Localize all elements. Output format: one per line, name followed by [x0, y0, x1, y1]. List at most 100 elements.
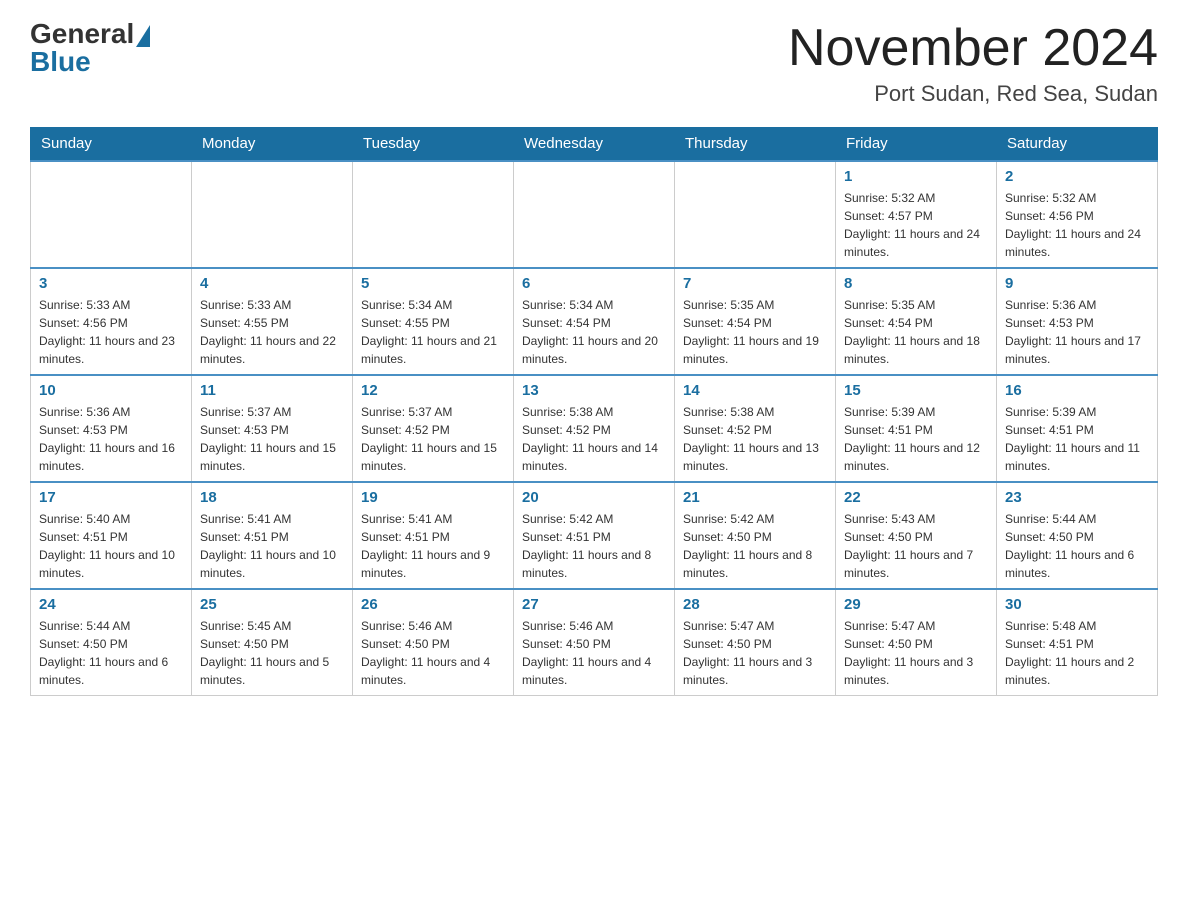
sun-info: Sunrise: 5:46 AMSunset: 4:50 PMDaylight:… [361, 617, 505, 689]
day-number: 27 [522, 596, 666, 613]
calendar-week-row: 24 Sunrise: 5:44 AMSunset: 4:50 PMDayligh… [31, 589, 1158, 696]
sun-info: Sunrise: 5:35 AMSunset: 4:54 PMDaylight:… [844, 296, 988, 368]
table-row: 19 Sunrise: 5:41 AMSunset: 4:51 PMDayligh… [353, 482, 514, 589]
sun-info: Sunrise: 5:33 AMSunset: 4:55 PMDaylight:… [200, 296, 344, 368]
sun-info: Sunrise: 5:46 AMSunset: 4:50 PMDaylight:… [522, 617, 666, 689]
calendar-week-row: 3 Sunrise: 5:33 AMSunset: 4:56 PMDaylight… [31, 268, 1158, 375]
sun-info: Sunrise: 5:32 AMSunset: 4:56 PMDaylight:… [1005, 189, 1149, 261]
col-monday: Monday [192, 127, 353, 161]
day-number: 20 [522, 489, 666, 506]
col-friday: Friday [836, 127, 997, 161]
table-row: 5 Sunrise: 5:34 AMSunset: 4:55 PMDaylight… [353, 268, 514, 375]
sun-info: Sunrise: 5:44 AMSunset: 4:50 PMDaylight:… [1005, 510, 1149, 582]
day-number: 10 [39, 382, 183, 399]
sun-info: Sunrise: 5:41 AMSunset: 4:51 PMDaylight:… [200, 510, 344, 582]
table-row: 30Sunrise: 5:48 AMSunset: 4:51 PMDayligh… [997, 589, 1158, 696]
calendar-week-row: 10 Sunrise: 5:36 AMSunset: 4:53 PMDayligh… [31, 375, 1158, 482]
sun-info: Sunrise: 5:33 AMSunset: 4:56 PMDaylight:… [39, 296, 183, 368]
sun-info: Sunrise: 5:36 AMSunset: 4:53 PMDaylight:… [1005, 296, 1149, 368]
sun-info: Sunrise: 5:34 AMSunset: 4:55 PMDaylight:… [361, 296, 505, 368]
table-row: 2Sunrise: 5:32 AMSunset: 4:56 PMDaylight… [997, 161, 1158, 268]
calendar-week-row: 1 Sunrise: 5:32 AMSunset: 4:57 PMDaylight… [31, 161, 1158, 268]
sun-info: Sunrise: 5:44 AMSunset: 4:50 PMDaylight:… [39, 617, 183, 689]
day-number: 28 [683, 596, 827, 613]
day-number: 16 [1005, 382, 1149, 399]
sun-info: Sunrise: 5:42 AMSunset: 4:51 PMDaylight:… [522, 510, 666, 582]
day-number: 4 [200, 275, 344, 292]
day-number: 7 [683, 275, 827, 292]
col-saturday: Saturday [997, 127, 1158, 161]
day-number: 6 [522, 275, 666, 292]
table-row [675, 161, 836, 268]
table-row [353, 161, 514, 268]
sun-info: Sunrise: 5:39 AMSunset: 4:51 PMDaylight:… [844, 403, 988, 475]
sun-info: Sunrise: 5:40 AMSunset: 4:51 PMDaylight:… [39, 510, 183, 582]
table-row: 29 Sunrise: 5:47 AMSunset: 4:50 PMDayligh… [836, 589, 997, 696]
day-number: 25 [200, 596, 344, 613]
month-title: November 2024 [788, 20, 1158, 77]
sun-info: Sunrise: 5:41 AMSunset: 4:51 PMDaylight:… [361, 510, 505, 582]
calendar-week-row: 17 Sunrise: 5:40 AMSunset: 4:51 PMDayligh… [31, 482, 1158, 589]
table-row: 18Sunrise: 5:41 AMSunset: 4:51 PMDayligh… [192, 482, 353, 589]
table-row: 21 Sunrise: 5:42 AMSunset: 4:50 PMDayligh… [675, 482, 836, 589]
sun-info: Sunrise: 5:38 AMSunset: 4:52 PMDaylight:… [522, 403, 666, 475]
logo-general-text: General [30, 20, 134, 48]
day-number: 9 [1005, 275, 1149, 292]
table-row: 3 Sunrise: 5:33 AMSunset: 4:56 PMDaylight… [31, 268, 192, 375]
day-number: 23 [1005, 489, 1149, 506]
sun-info: Sunrise: 5:37 AMSunset: 4:53 PMDaylight:… [200, 403, 344, 475]
table-row: 9 Sunrise: 5:36 AMSunset: 4:53 PMDaylight… [997, 268, 1158, 375]
table-row: 27 Sunrise: 5:46 AMSunset: 4:50 PMDayligh… [514, 589, 675, 696]
day-number: 11 [200, 382, 344, 399]
day-number: 29 [844, 596, 988, 613]
table-row: 16Sunrise: 5:39 AMSunset: 4:51 PMDayligh… [997, 375, 1158, 482]
col-thursday: Thursday [675, 127, 836, 161]
sun-info: Sunrise: 5:47 AMSunset: 4:50 PMDaylight:… [844, 617, 988, 689]
day-number: 21 [683, 489, 827, 506]
day-number: 3 [39, 275, 183, 292]
table-row: 24 Sunrise: 5:44 AMSunset: 4:50 PMDayligh… [31, 589, 192, 696]
table-row: 13 Sunrise: 5:38 AMSunset: 4:52 PMDayligh… [514, 375, 675, 482]
table-row: 7 Sunrise: 5:35 AMSunset: 4:54 PMDaylight… [675, 268, 836, 375]
day-number: 17 [39, 489, 183, 506]
sun-info: Sunrise: 5:32 AMSunset: 4:57 PMDaylight:… [844, 189, 988, 261]
calendar-header-row: Sunday Monday Tuesday Wednesday Thursday… [31, 127, 1158, 161]
sun-info: Sunrise: 5:43 AMSunset: 4:50 PMDaylight:… [844, 510, 988, 582]
table-row [514, 161, 675, 268]
sun-info: Sunrise: 5:45 AMSunset: 4:50 PMDaylight:… [200, 617, 344, 689]
table-row: 17 Sunrise: 5:40 AMSunset: 4:51 PMDayligh… [31, 482, 192, 589]
table-row: 11 Sunrise: 5:37 AMSunset: 4:53 PMDayligh… [192, 375, 353, 482]
day-number: 15 [844, 382, 988, 399]
day-number: 13 [522, 382, 666, 399]
table-row: 28 Sunrise: 5:47 AMSunset: 4:50 PMDayligh… [675, 589, 836, 696]
table-row: 26Sunrise: 5:46 AMSunset: 4:50 PMDayligh… [353, 589, 514, 696]
table-row: 10 Sunrise: 5:36 AMSunset: 4:53 PMDayligh… [31, 375, 192, 482]
col-wednesday: Wednesday [514, 127, 675, 161]
sun-info: Sunrise: 5:47 AMSunset: 4:50 PMDaylight:… [683, 617, 827, 689]
header: General Blue November 2024 Port Sudan, R… [30, 20, 1158, 107]
sun-info: Sunrise: 5:36 AMSunset: 4:53 PMDaylight:… [39, 403, 183, 475]
day-number: 19 [361, 489, 505, 506]
table-row: 25 Sunrise: 5:45 AMSunset: 4:50 PMDayligh… [192, 589, 353, 696]
logo: General Blue [30, 20, 152, 78]
day-number: 12 [361, 382, 505, 399]
table-row: 4 Sunrise: 5:33 AMSunset: 4:55 PMDaylight… [192, 268, 353, 375]
sun-info: Sunrise: 5:34 AMSunset: 4:54 PMDaylight:… [522, 296, 666, 368]
logo-blue-text: Blue [30, 46, 91, 77]
title-area: November 2024 Port Sudan, Red Sea, Sudan [788, 20, 1158, 107]
day-number: 1 [844, 168, 988, 185]
logo-triangle-icon [136, 25, 150, 47]
table-row: 15 Sunrise: 5:39 AMSunset: 4:51 PMDayligh… [836, 375, 997, 482]
table-row: 23 Sunrise: 5:44 AMSunset: 4:50 PMDayligh… [997, 482, 1158, 589]
table-row: 22 Sunrise: 5:43 AMSunset: 4:50 PMDayligh… [836, 482, 997, 589]
day-number: 5 [361, 275, 505, 292]
sun-info: Sunrise: 5:42 AMSunset: 4:50 PMDaylight:… [683, 510, 827, 582]
day-number: 22 [844, 489, 988, 506]
calendar-table: Sunday Monday Tuesday Wednesday Thursday… [30, 127, 1158, 696]
day-number: 30 [1005, 596, 1149, 613]
sun-info: Sunrise: 5:35 AMSunset: 4:54 PMDaylight:… [683, 296, 827, 368]
table-row: 6 Sunrise: 5:34 AMSunset: 4:54 PMDaylight… [514, 268, 675, 375]
day-number: 24 [39, 596, 183, 613]
table-row: 1 Sunrise: 5:32 AMSunset: 4:57 PMDaylight… [836, 161, 997, 268]
col-tuesday: Tuesday [353, 127, 514, 161]
